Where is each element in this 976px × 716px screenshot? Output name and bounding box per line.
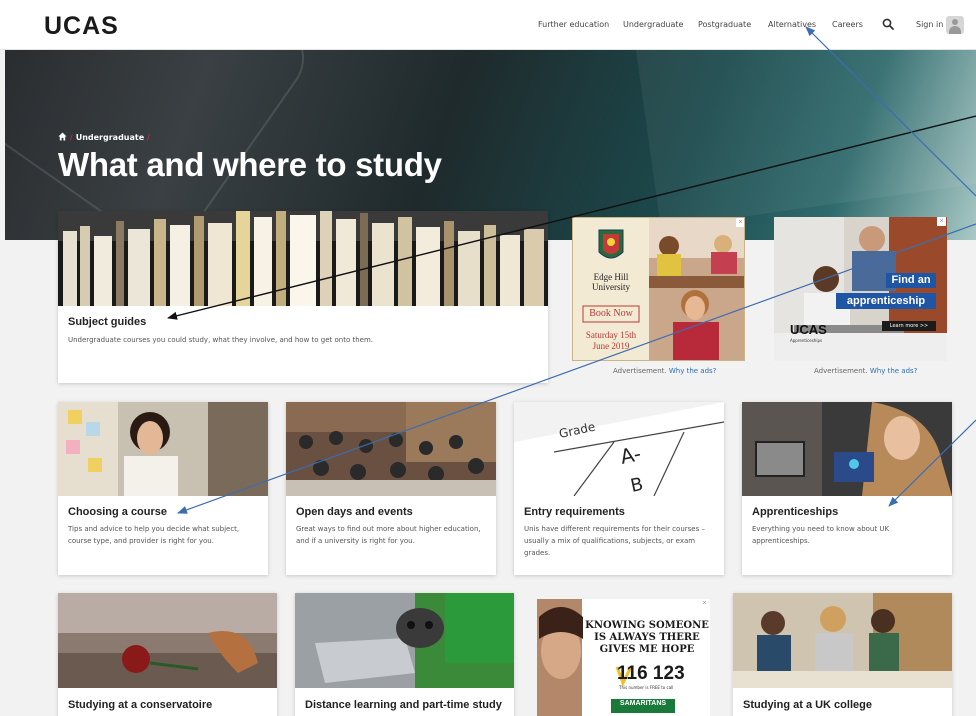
apprenticeship-ad-sub: Apprenticeships (790, 338, 823, 343)
samaritans-note: This number is FREE to call (619, 685, 674, 690)
open-days-card[interactable]: Open days and events Great ways to find … (286, 402, 496, 575)
open-days-image (286, 402, 496, 496)
sign-in-link[interactable]: Sign in (916, 20, 943, 29)
apprenticeships-description: Everything you need to know about UK appr… (752, 525, 890, 545)
conservatoire-image (58, 593, 277, 688)
ad-caption: Advertisement. Why the ads? (814, 367, 918, 375)
uk-college-image (733, 593, 952, 688)
samaritans-advert[interactable]: KNOWING SOMEONE IS ALWAYS THERE GIVES ME… (537, 599, 710, 716)
search-icon[interactable] (882, 18, 894, 30)
top-navigation-bar: UCAS Further education Undergraduate Pos… (0, 0, 976, 50)
samaritans-line3: GIVES ME HOPE (599, 644, 695, 655)
why-the-ads-link[interactable]: Why the ads? (870, 367, 918, 375)
entry-requirements-image: Grade A- B (514, 402, 724, 496)
choosing-a-course-description: Tips and advice to help you decide what … (68, 525, 240, 545)
samaritans-line1: KNOWING SOMEONE (585, 620, 709, 631)
edge-hill-name-line2: University (592, 282, 630, 292)
nav-further-education[interactable]: Further education (538, 20, 609, 29)
subject-guides-title[interactable]: Subject guides (68, 316, 146, 328)
apprenticeship-ad-line2: apprenticeship (836, 293, 936, 309)
home-icon[interactable] (58, 132, 67, 141)
edge-hill-date-line2: June 2019 (592, 341, 630, 351)
edge-hill-date-line1: Saturday 15th (585, 330, 637, 340)
ucas-logo[interactable]: UCAS (44, 12, 119, 41)
entry-requirements-card[interactable]: Grade A- B Entry requirements Unis have … (514, 402, 724, 575)
choosing-a-course-card[interactable]: Choosing a course Tips and advice to hel… (58, 402, 268, 575)
apprenticeships-image (742, 402, 952, 496)
edge-hill-name-line1: Edge Hill (593, 272, 629, 282)
open-days-title[interactable]: Open days and events (296, 506, 413, 518)
conservatoire-card[interactable]: Studying at a conservatoire (58, 593, 277, 716)
ad-close-icon[interactable]: × (736, 218, 744, 227)
books-image (58, 211, 548, 306)
ad-close-icon[interactable]: × (700, 599, 709, 608)
breadcrumb: / Undergraduate / (58, 132, 153, 142)
distance-learning-card[interactable]: Distance learning and part-time study (295, 593, 514, 716)
samaritans-line2: IS ALWAYS THERE (594, 632, 700, 643)
nav-careers[interactable]: Careers (832, 20, 863, 29)
book-now-button[interactable]: Book Now (583, 308, 639, 319)
apprenticeship-ad-line1: Find an (886, 273, 936, 288)
apprenticeship-advert[interactable]: Find an apprenticeship UCAS Apprenticesh… (774, 217, 947, 361)
entry-requirements-title[interactable]: Entry requirements (524, 506, 625, 518)
subject-guides-card[interactable]: Subject guides Undergraduate courses you… (58, 211, 548, 383)
edge-hill-advert[interactable]: Edge Hill University Book Now Saturday 1… (572, 217, 745, 361)
samaritans-phone-number: 116 123 (617, 663, 685, 684)
nav-undergraduate[interactable]: Undergraduate (623, 20, 683, 29)
choosing-course-image (58, 402, 268, 496)
apprenticeships-card[interactable]: Apprenticeships Everything you need to k… (742, 402, 952, 575)
open-days-description: Great ways to find out more about higher… (296, 525, 481, 545)
subject-guides-description: Undergraduate courses you could study, w… (68, 336, 373, 344)
avatar-icon[interactable] (946, 16, 964, 34)
ucas-ad-logo: UCAS (790, 322, 827, 337)
uk-college-card[interactable]: Studying at a UK college (733, 593, 952, 716)
breadcrumb-undergraduate[interactable]: Undergraduate (76, 133, 144, 142)
nav-postgraduate[interactable]: Postgraduate (698, 20, 751, 29)
uk-college-title[interactable]: Studying at a UK college (743, 699, 872, 711)
distance-learning-title[interactable]: Distance learning and part-time study (305, 699, 502, 711)
page-title: What and where to study (58, 146, 442, 183)
samaritans-logo: SAMARITANS (619, 700, 667, 707)
distance-learning-image (295, 593, 514, 688)
conservatoire-title[interactable]: Studying at a conservatoire (68, 699, 212, 711)
ad-caption: Advertisement. Why the ads? (613, 367, 717, 375)
why-the-ads-link[interactable]: Why the ads? (669, 367, 717, 375)
choosing-a-course-title[interactable]: Choosing a course (68, 506, 167, 518)
ad-close-icon[interactable]: × (937, 217, 946, 226)
samaritans-advert-image (537, 599, 710, 716)
nav-alternatives[interactable]: Alternatives (768, 20, 816, 29)
page: UCAS Further education Undergraduate Pos… (0, 0, 976, 716)
learn-more-button[interactable]: Learn more >> (882, 321, 936, 331)
entry-requirements-description: Unis have different requirements for the… (524, 525, 705, 557)
apprenticeships-title[interactable]: Apprenticeships (752, 506, 838, 518)
